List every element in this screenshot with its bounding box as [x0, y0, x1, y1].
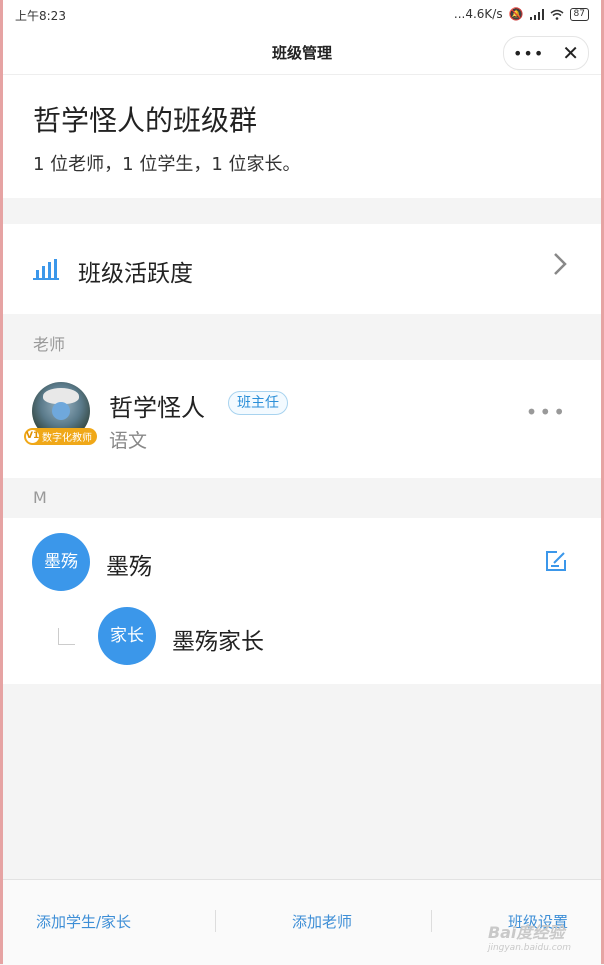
- status-right: ...4.6K/s 🔕 87: [454, 7, 589, 21]
- class-name: 哲学怪人的班级群: [33, 104, 258, 137]
- tree-connector: [58, 628, 75, 645]
- app-frame: 上午8:23 ...4.6K/s 🔕 87 班级管理 ••• ✕ 哲学怪人的班级…: [0, 0, 604, 965]
- divider: [215, 910, 216, 932]
- class-summary: 1 位老师，1 位学生，1 位家长。: [33, 154, 301, 175]
- class-activity-label: 班级活跃度: [78, 261, 193, 287]
- bottom-action-bar: 添加学生/家长 添加老师 班级设置 Bai度经验 jingyan.baidu.c…: [3, 879, 601, 965]
- chevron-right-icon: [554, 253, 567, 275]
- bar-chart-icon: [33, 259, 59, 280]
- watermark-sub: jingyan.baidu.com: [487, 943, 571, 953]
- parent-avatar: 家长: [98, 607, 156, 665]
- class-header: 哲学怪人的班级群 1 位老师，1 位学生，1 位家长。: [3, 75, 601, 198]
- student-avatar: 墨殇: [32, 533, 90, 591]
- status-time: 上午8:23: [15, 9, 66, 23]
- wifi-icon: [550, 9, 564, 20]
- vip-label: 数字化教师: [42, 433, 92, 444]
- nav-bar: 班级管理 ••• ✕: [3, 30, 601, 75]
- add-student-parent-button[interactable]: 添加学生/家长: [36, 911, 131, 932]
- role-badge: 班主任: [228, 391, 288, 415]
- mini-program-capsule: ••• ✕: [503, 36, 589, 70]
- watermark-text: Bai度经验: [487, 923, 565, 942]
- student-name[interactable]: 墨殇: [106, 547, 152, 581]
- teachers-section-heading: 老师: [33, 335, 66, 354]
- signal-icon: [529, 8, 544, 20]
- students-section-heading: M: [33, 488, 47, 507]
- vip-badge: V1 数字化教师: [24, 428, 97, 445]
- teacher-more-button[interactable]: •••: [526, 400, 567, 424]
- network-speed: ...4.6K/s: [453, 7, 503, 21]
- teacher-subject: 语文: [109, 430, 148, 452]
- more-menu-button[interactable]: •••: [513, 44, 544, 63]
- mute-icon: 🔕: [508, 7, 524, 21]
- vip-level: V1: [26, 430, 40, 443]
- parent-name[interactable]: 墨殇家长: [172, 622, 264, 656]
- add-teacher-button[interactable]: 添加老师: [292, 911, 352, 932]
- close-button[interactable]: ✕: [562, 43, 579, 63]
- status-bar: 上午8:23 ...4.6K/s 🔕 87: [3, 0, 601, 30]
- edit-icon[interactable]: [545, 550, 567, 572]
- teacher-card[interactable]: V1 数字化教师 哲学怪人 班主任 语文 •••: [3, 360, 601, 478]
- divider: [431, 910, 432, 932]
- baidu-watermark: Bai度经验 jingyan.baidu.com: [488, 919, 571, 953]
- battery-icon: 87: [569, 7, 589, 21]
- class-activity-row[interactable]: 班级活跃度: [3, 224, 601, 314]
- avatar-face-shape: [52, 402, 70, 420]
- student-card: 墨殇 墨殇 家长 墨殇家长: [3, 518, 601, 684]
- teacher-name: 哲学怪人: [109, 394, 205, 422]
